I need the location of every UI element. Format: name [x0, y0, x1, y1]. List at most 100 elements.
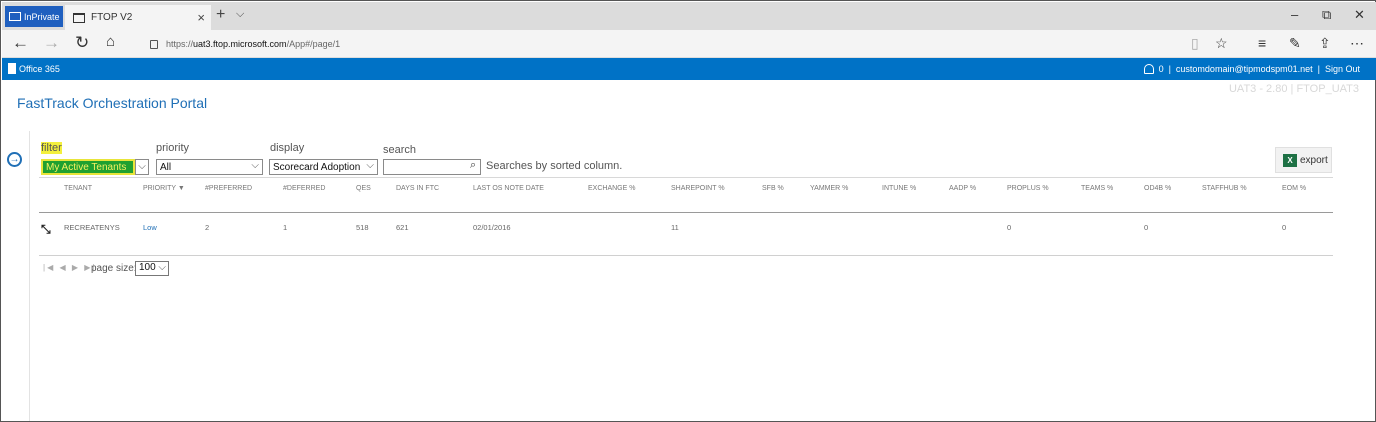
priority-select-value: All	[160, 161, 172, 173]
column-header[interactable]: EXCHANGE %	[588, 185, 635, 192]
pager-navigation[interactable]: |◀ ◀ ▶ ▶|	[43, 263, 96, 272]
filter-select-value: My Active Tenants	[46, 161, 127, 173]
restore-button[interactable]: ⧉	[1322, 7, 1331, 23]
address-bar[interactable]: https://uat3.ftop.microsoft.com/App#/pag…	[142, 33, 1242, 55]
office-bar-right: 0 | customdomain@tipmodspm01.net | Sign …	[1143, 64, 1360, 74]
close-window-button[interactable]: ✕	[1354, 7, 1365, 23]
navigation-bar: ← → ↻ ⌂ https://uat3.ftop.microsoft.com/…	[2, 30, 1376, 58]
filter-select[interactable]: My Active Tenants ⌵	[41, 159, 149, 175]
url: https://uat3.ftop.microsoft.com/App#/pag…	[166, 39, 340, 49]
pen-notes-icon[interactable]: ✎	[1289, 35, 1301, 52]
chevron-down-icon: ⌵	[158, 262, 166, 273]
tab-title: FTOP V2	[91, 12, 133, 23]
browser-window: InPrivate FTOP V2 × + ⌵ – ⧉ ✕ ← → ↻ ⌂ ht…	[0, 0, 1376, 422]
export-label: export	[1300, 154, 1328, 166]
cell-preferred: 2	[205, 223, 210, 232]
display-select[interactable]: Scorecard Adoption ⌵	[269, 159, 378, 175]
column-header[interactable]: OD4B %	[1144, 185, 1171, 192]
column-header[interactable]: TEAMS %	[1081, 185, 1113, 192]
cell-od4b: 0	[1144, 223, 1149, 232]
tab-menu-chevron-icon[interactable]: ⌵	[236, 8, 244, 21]
cell-proplus: 0	[1007, 223, 1012, 232]
separator: |	[1168, 64, 1171, 74]
forward-arrow-icon[interactable]: →	[43, 33, 60, 53]
url-host: uat3.ftop.microsoft.com	[193, 39, 287, 49]
cell-priority[interactable]: Low	[143, 223, 157, 232]
expand-sidebar-arrow-icon[interactable]: →	[7, 152, 22, 167]
bell-icon[interactable]	[1143, 64, 1154, 74]
page-size-select[interactable]: 100 ⌵	[135, 261, 169, 276]
favorites-hub-icon[interactable]: ≡	[1258, 35, 1266, 51]
priority-label: priority	[156, 142, 190, 154]
search-label: search	[383, 144, 417, 156]
inprivate-icon	[9, 12, 21, 21]
display-select-value: Scorecard Adoption	[273, 161, 361, 173]
column-header[interactable]: PROPLUS %	[1007, 185, 1049, 192]
column-header[interactable]: EOM %	[1282, 185, 1306, 192]
column-header[interactable]: AADP %	[949, 185, 976, 192]
table-bottom-border	[39, 255, 1333, 256]
sidebar-divider	[29, 131, 30, 421]
column-header[interactable]: DAYS IN FTC	[396, 185, 439, 192]
office-brand[interactable]: Office 365	[8, 63, 60, 74]
version-label: UAT3 - 2.80 | FTOP_UAT3	[1228, 83, 1359, 95]
cell-eom: 0	[1282, 223, 1287, 232]
table-top-border	[39, 177, 1333, 178]
export-button[interactable]: X export	[1275, 147, 1332, 173]
table-header-border	[39, 212, 1333, 213]
cell-tenant[interactable]: RECREATENYS	[64, 223, 120, 232]
cell-days: 621	[396, 223, 409, 232]
column-header[interactable]: PRIORITY ▼	[143, 185, 185, 192]
tab-bar: InPrivate FTOP V2 × + ⌵ – ⧉ ✕	[2, 2, 1376, 30]
tab-page-icon	[73, 12, 85, 23]
back-arrow-icon[interactable]: ←	[12, 33, 29, 53]
url-prefix: https://	[166, 39, 194, 49]
excel-icon: X	[1283, 153, 1297, 167]
user-account[interactable]: customdomain@tipmodspm01.net	[1176, 64, 1313, 74]
url-path: /App#/page/1	[286, 39, 341, 49]
cell-sharepoint: 11	[671, 223, 679, 232]
column-header[interactable]: QES	[356, 185, 371, 192]
inprivate-label: InPrivate	[24, 11, 60, 22]
cell-deferred: 1	[283, 223, 288, 232]
search-icon[interactable]: ⌕	[470, 159, 476, 172]
priority-select[interactable]: All ⌵	[156, 159, 263, 175]
column-header[interactable]: TENANT	[64, 185, 92, 192]
search-input[interactable]	[383, 159, 481, 175]
display-label: display	[270, 142, 305, 154]
filter-label: filter	[41, 142, 62, 154]
column-header[interactable]: SFB %	[762, 185, 784, 192]
office-bar: Office 365 0 | customdomain@tipmodspm01.…	[2, 58, 1376, 80]
column-header[interactable]: LAST OS NOTE DATE	[473, 185, 544, 192]
column-header[interactable]: YAMMER %	[810, 185, 848, 192]
browser-tab[interactable]: FTOP V2 ×	[65, 5, 211, 30]
more-options-icon[interactable]: ⋯	[1350, 35, 1364, 52]
column-header[interactable]: #DEFERRED	[283, 185, 325, 192]
page-title: FastTrack Orchestration Portal	[17, 95, 208, 111]
sign-out-link[interactable]: Sign Out	[1325, 64, 1360, 74]
chevron-down-icon: ⌵	[251, 160, 259, 171]
tab-close-icon[interactable]: ×	[197, 10, 205, 25]
expand-row-icon[interactable]: ⤡	[41, 222, 51, 237]
page-size-label: page size:	[91, 263, 137, 274]
column-header[interactable]: SHAREPOINT %	[671, 185, 725, 192]
column-header[interactable]: STAFFHUB %	[1202, 185, 1247, 192]
minimize-button[interactable]: –	[1291, 7, 1298, 22]
home-icon[interactable]: ⌂	[106, 33, 115, 50]
share-icon[interactable]: ⇪	[1319, 35, 1331, 52]
refresh-icon[interactable]: ↻	[75, 33, 89, 53]
new-tab-button[interactable]: +	[216, 6, 225, 24]
favorite-star-icon[interactable]: ☆	[1215, 35, 1228, 52]
column-header[interactable]: #PREFERRED	[205, 185, 252, 192]
cell-note_date: 02/01/2016	[473, 223, 511, 232]
chevron-down-icon: ⌵	[366, 160, 374, 171]
search-hint: Searches by sorted column.	[486, 160, 623, 172]
cell-qes: 518	[356, 223, 369, 232]
column-header[interactable]: INTUNE %	[882, 185, 916, 192]
lock-icon	[150, 39, 158, 49]
notification-count: 0	[1158, 64, 1164, 74]
inprivate-badge: InPrivate	[5, 6, 63, 27]
reading-view-icon[interactable]: ▯	[1191, 35, 1199, 52]
chevron-down-icon[interactable]: ⌵	[135, 159, 149, 175]
office-logo-icon	[8, 63, 16, 74]
